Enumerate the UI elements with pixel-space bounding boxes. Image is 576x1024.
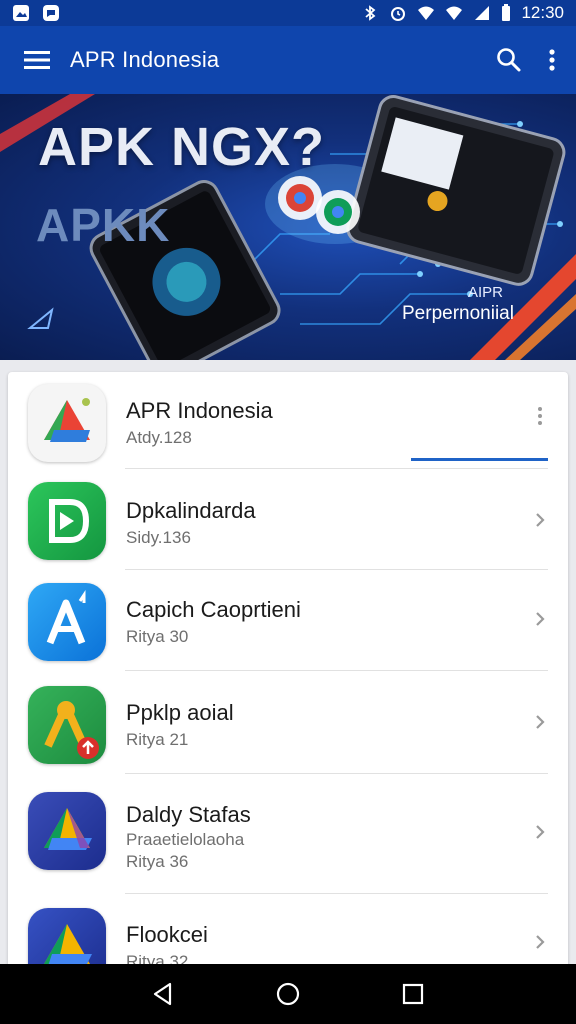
chevron-right-icon[interactable] bbox=[528, 508, 552, 532]
status-time: 12:30 bbox=[521, 3, 564, 22]
list-item[interactable]: APR Indonesia Atdy.128 bbox=[8, 372, 568, 472]
divider bbox=[125, 670, 548, 671]
app-subtitle: Sidy.136 bbox=[126, 528, 191, 547]
app-icon-apr bbox=[28, 384, 106, 462]
search-icon[interactable] bbox=[496, 47, 522, 73]
list-item[interactable]: Ppklp aoial Ritya 21 bbox=[8, 672, 568, 774]
home-icon[interactable] bbox=[275, 981, 301, 1007]
app-subtitle: Ritya 30 bbox=[126, 627, 189, 646]
more-vert-icon[interactable] bbox=[528, 404, 552, 428]
app-subtitle: Praaetielolaoha bbox=[126, 830, 245, 849]
app-version: Ritya 36 bbox=[126, 852, 189, 871]
system-nav-bar bbox=[0, 964, 576, 1024]
app-title: Flookcei bbox=[126, 922, 208, 947]
app-title: APR Indonesia bbox=[70, 47, 220, 72]
list-item[interactable]: Capich Caoprtieni Ritya 30 bbox=[8, 570, 568, 672]
banner-subtitle: APKK bbox=[36, 199, 171, 251]
app-title: Dpkalindarda bbox=[126, 498, 256, 523]
divider bbox=[125, 468, 548, 469]
banner-tag-line2: Perpernoniial bbox=[402, 303, 514, 324]
app-title: Capich Caoprtieni bbox=[126, 597, 301, 622]
app-icon-daldy bbox=[28, 792, 106, 870]
status-right: 12:30 bbox=[361, 3, 564, 23]
wifi-icon bbox=[446, 6, 463, 20]
chevron-right-icon[interactable] bbox=[528, 607, 552, 631]
status-bar: 12:30 bbox=[0, 0, 576, 26]
bluetooth-icon bbox=[365, 5, 376, 21]
app-subtitle: Atdy.128 bbox=[126, 428, 192, 447]
alarm-icon bbox=[391, 7, 406, 21]
app-icon-ppklp bbox=[28, 686, 106, 764]
app-icon-capich bbox=[28, 583, 106, 661]
chevron-right-icon[interactable] bbox=[528, 820, 552, 844]
download-progress bbox=[411, 458, 548, 461]
banner-title: APK NGX? bbox=[38, 117, 326, 177]
app-bar: APR Indonesia bbox=[0, 26, 576, 94]
image-notification-icon bbox=[13, 5, 29, 21]
chevron-right-icon[interactable] bbox=[528, 930, 552, 954]
menu-icon[interactable] bbox=[24, 50, 50, 70]
list-item[interactable]: Dpkalindarda Sidy.136 bbox=[8, 470, 568, 570]
wifi-icon bbox=[418, 6, 435, 20]
promo-banner[interactable]: APK NGX? APKK AIPR Perpernoniial bbox=[0, 94, 576, 360]
recents-icon[interactable] bbox=[400, 981, 426, 1007]
app-title: Daldy Stafas bbox=[126, 802, 251, 827]
battery-icon bbox=[502, 4, 511, 21]
signal-icon bbox=[475, 6, 490, 20]
banner-tag-line1: AIPR bbox=[468, 284, 504, 301]
back-icon[interactable] bbox=[150, 981, 176, 1007]
download-progress-fill bbox=[411, 458, 548, 461]
app-title: Ppklp aoial bbox=[126, 700, 234, 725]
list-item[interactable]: Daldy Stafas Praaetielolaoha Ritya 36 bbox=[8, 774, 568, 894]
chevron-right-icon[interactable] bbox=[528, 710, 552, 734]
more-vert-icon[interactable] bbox=[548, 48, 556, 72]
message-notification-icon bbox=[43, 5, 59, 21]
app-subtitle: Ritya 21 bbox=[126, 730, 189, 749]
list-item[interactable]: Flookcei Ritya 32 bbox=[8, 894, 568, 972]
app-title: APR Indonesia bbox=[126, 398, 273, 423]
app-list: APR Indonesia Atdy.128 Dpkalindarda Sidy… bbox=[8, 372, 568, 972]
status-left bbox=[12, 4, 60, 22]
app-bar-actions bbox=[496, 47, 556, 73]
app-icon-flookcei bbox=[28, 908, 106, 972]
app-icon-dpkalindarda bbox=[28, 482, 106, 560]
